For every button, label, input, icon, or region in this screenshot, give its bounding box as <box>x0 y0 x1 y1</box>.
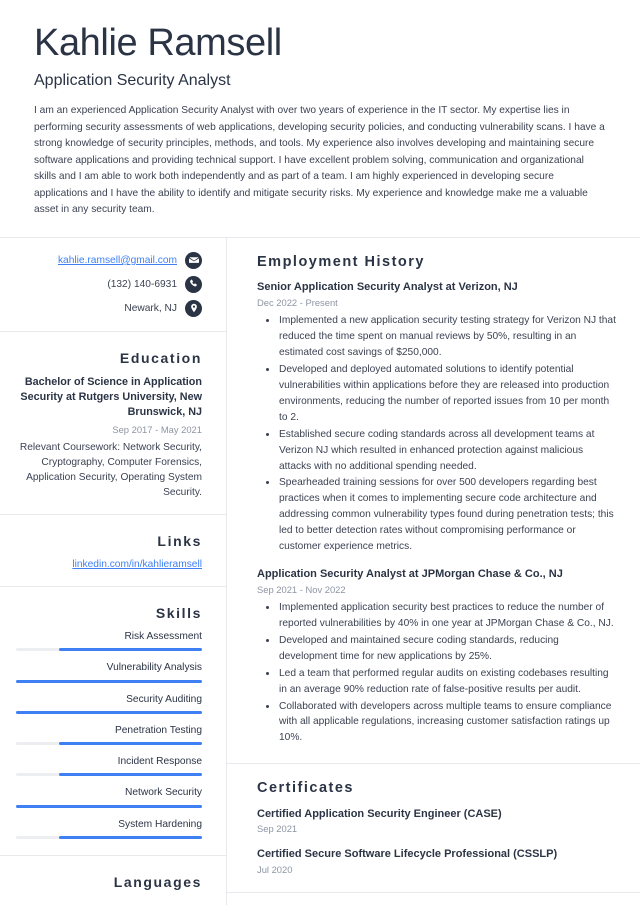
education-block: Education Bachelor of Science in Applica… <box>0 332 226 516</box>
page-title: Kahlie Ramsell <box>34 22 282 64</box>
resume-header: Kahlie Ramsell Application Security Anal… <box>0 0 640 237</box>
memberships-block: Memberships <box>227 893 640 905</box>
envelope-icon <box>185 251 202 269</box>
list-item: Led a team that performed regular audits… <box>266 666 616 698</box>
certificate-entry: Certified Secure Software Lifecycle Prof… <box>257 847 616 876</box>
phone-number: (132) 140-6931 <box>107 278 177 290</box>
map-pin-icon <box>185 299 202 317</box>
list-item: Established secure coding standards acro… <box>266 427 616 475</box>
list-item: Spearheaded training sessions for over 5… <box>266 475 616 555</box>
main-column: Employment History Senior Application Se… <box>227 238 640 905</box>
contact-email-row[interactable]: kahlie.ramsell@gmail.com <box>16 251 202 269</box>
skills-heading: Skills <box>155 605 202 622</box>
skill-fill <box>58 648 202 652</box>
languages-block: Languages <box>0 856 226 901</box>
list-item: Implemented application security best pr… <box>266 600 616 632</box>
skill-item: Incident Response <box>16 755 202 777</box>
skill-label: Network Security <box>125 787 202 799</box>
skill-label: Penetration Testing <box>114 724 202 736</box>
employment-bullets: Implemented a new application security t… <box>257 313 616 555</box>
list-item: Collaborated with developers across mult… <box>266 699 616 747</box>
list-item: Developed and deployed automated solutio… <box>266 362 616 426</box>
employment-heading: Employment History <box>257 253 425 270</box>
education-heading: Education <box>119 349 202 366</box>
location-text: Newark, NJ <box>124 302 177 314</box>
skill-track <box>16 742 202 746</box>
skill-item: Vulnerability Analysis <box>16 661 202 683</box>
skill-track <box>16 804 202 808</box>
languages-heading: Languages <box>113 873 202 890</box>
skill-item: Risk Assessment <box>16 630 202 652</box>
links-heading: Links <box>157 533 202 550</box>
skill-item: Security Auditing <box>16 693 202 714</box>
skill-track <box>16 710 202 714</box>
phone-icon <box>185 275 202 293</box>
contact-block: kahlie.ramsell@gmail.com (132) 140-6931 … <box>0 238 226 332</box>
skill-label: Security Auditing <box>126 693 202 705</box>
skill-item: System Hardening <box>16 818 202 839</box>
email-link[interactable]: kahlie.ramsell@gmail.com <box>58 254 177 267</box>
employment-title: Application Security Analyst at JPMorgan… <box>257 568 563 580</box>
list-item: Implemented a new application security t… <box>266 313 616 361</box>
skill-label: Incident Response <box>117 756 202 768</box>
employment-bullets: Implemented application security best pr… <box>257 600 616 746</box>
employment-block: Employment History Senior Application Se… <box>227 238 640 765</box>
skill-track <box>16 773 202 777</box>
contact-location-row[interactable]: Newark, NJ <box>16 299 202 317</box>
certificate-entry: Certified Application Security Engineer … <box>257 807 616 836</box>
skill-track <box>16 835 202 839</box>
skill-fill <box>58 742 202 746</box>
professional-summary: I am an experienced Application Security… <box>34 105 605 216</box>
skills-block: Skills Risk Assessment Vulnerability Ana… <box>0 587 226 856</box>
education-degree: Bachelor of Science in Application Secur… <box>20 375 202 419</box>
skill-fill <box>58 835 202 839</box>
employment-date: Sep 2021 - Nov 2022 <box>257 583 346 595</box>
list-item: Developed and maintained secure coding s… <box>266 633 616 665</box>
education-date: Sep 2017 - May 2021 <box>112 423 202 435</box>
employment-title: Senior Application Security Analyst at V… <box>257 281 518 294</box>
certificates-heading: Certificates <box>257 780 354 797</box>
employment-date: Dec 2022 - Present <box>257 297 338 309</box>
certificate-date: Jul 2020 <box>257 863 293 875</box>
contact-phone-row[interactable]: (132) 140-6931 <box>16 275 202 293</box>
resume-body: kahlie.ramsell@gmail.com (132) 140-6931 … <box>0 237 640 905</box>
links-block: Links linkedin.com/in/kahlieramsell <box>0 515 226 588</box>
employment-entry: Senior Application Security Analyst at V… <box>257 280 616 555</box>
link-item-linkedin[interactable]: linkedin.com/in/kahlieramsell <box>16 558 202 572</box>
skill-fill <box>16 710 202 714</box>
job-title: Application Security Analyst <box>34 71 231 89</box>
certificate-name: Certified Secure Software Lifecycle Prof… <box>257 847 558 860</box>
employment-entry: Application Security Analyst at JPMorgan… <box>257 567 616 746</box>
skill-track <box>16 679 202 683</box>
skill-item: Penetration Testing <box>16 724 202 746</box>
resume-page: Kahlie Ramsell Application Security Anal… <box>0 0 640 905</box>
skill-item: Network Security <box>16 786 202 808</box>
certificates-block: Certificates Certified Application Secur… <box>227 764 640 893</box>
skill-label: Vulnerability Analysis <box>106 662 202 674</box>
skill-label: System Hardening <box>118 818 202 830</box>
sidebar: kahlie.ramsell@gmail.com (132) 140-6931 … <box>0 237 227 905</box>
skill-track <box>16 648 202 652</box>
skill-label: Risk Assessment <box>124 631 202 643</box>
skill-fill <box>16 679 202 683</box>
certificate-date: Sep 2021 <box>257 823 298 835</box>
skill-fill <box>58 773 202 777</box>
skill-fill <box>16 804 202 808</box>
education-description: Relevant Coursework: Network Security, C… <box>19 441 202 499</box>
certificate-name: Certified Application Security Engineer … <box>257 807 502 820</box>
